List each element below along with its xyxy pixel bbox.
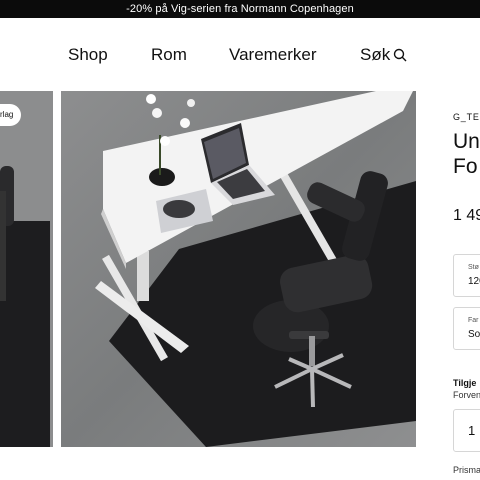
nav-search[interactable]: Søk [360, 45, 407, 65]
quantity-stepper[interactable]: 1 [453, 409, 480, 452]
size-select-value: 120 [468, 276, 480, 287]
gallery-slide-previous[interactable]: rlag [0, 91, 53, 447]
product-gallery[interactable]: rlag [0, 91, 420, 447]
product-title-line-2: Fo [453, 155, 478, 178]
product-price: 1 49 [453, 207, 480, 224]
nav-search-label: Søk [360, 45, 391, 64]
color-select[interactable]: Far So [453, 307, 480, 350]
product-brand[interactable]: G_TE [453, 112, 480, 122]
quantity-value: 1 [468, 423, 476, 438]
nav-shop[interactable]: Shop [68, 45, 108, 65]
size-select[interactable]: Stø 120 [453, 254, 480, 297]
previous-slide-image [0, 91, 53, 447]
color-select-value: So [468, 329, 480, 340]
gallery-slide-main[interactable] [61, 91, 416, 447]
search-icon [394, 48, 407, 62]
product-title-line-1: Un [453, 130, 480, 153]
product-photo [61, 91, 416, 447]
color-select-label: Far [468, 317, 479, 324]
product-info-panel: G_TE Un Fo 1 49 Stø 120 Far So Tilgje Fo… [437, 91, 480, 480]
promo-banner[interactable]: -20% på Vig-serien fra Normann Copenhage… [0, 0, 480, 18]
availability-subtitle: Forven [453, 390, 480, 400]
product-title: Un Fo [453, 129, 480, 179]
availability-title: Tilgje [453, 378, 477, 388]
main-navigation: Shop Rom Varemerker Søk [0, 18, 480, 90]
nav-rooms[interactable]: Rom [151, 45, 187, 65]
price-match-link[interactable]: Prisma [453, 465, 480, 475]
nav-brands[interactable]: Varemerker [229, 45, 317, 65]
size-select-label: Stø [468, 264, 479, 271]
